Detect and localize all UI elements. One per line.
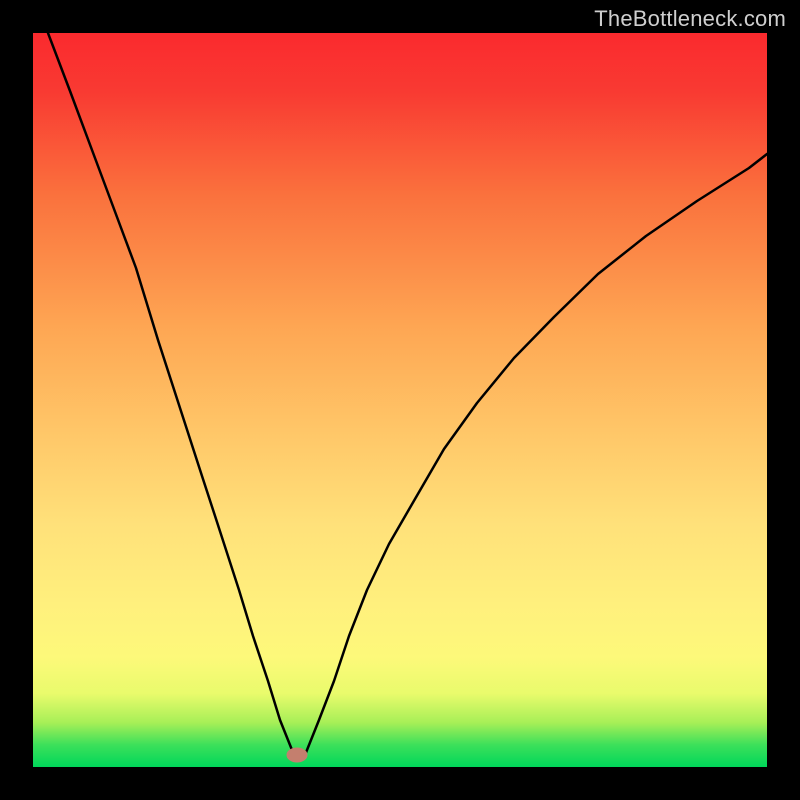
chart-svg: [33, 33, 767, 767]
watermark-label: TheBottleneck.com: [594, 6, 786, 32]
bottleneck-curve: [48, 33, 767, 755]
plot-area: [33, 33, 767, 767]
bottleneck-marker: [287, 748, 307, 762]
chart-frame: TheBottleneck.com: [0, 0, 800, 800]
